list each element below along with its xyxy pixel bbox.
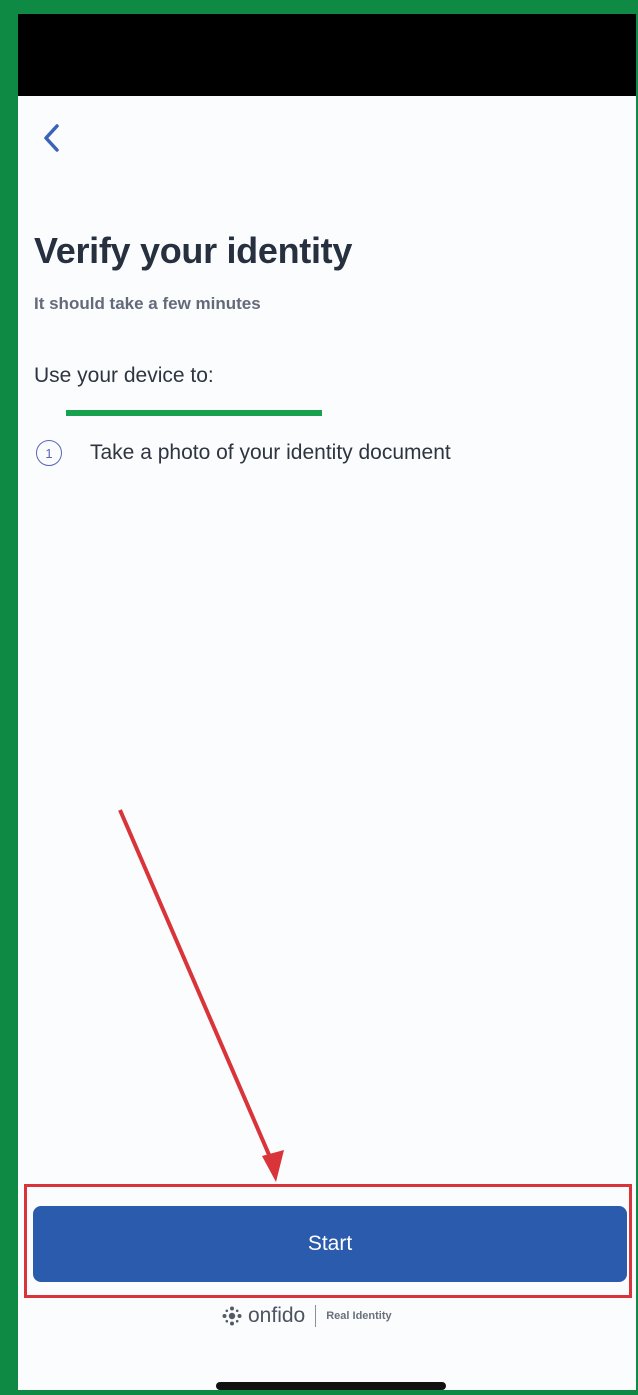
step-label: Take a photo of your identity document: [90, 441, 451, 464]
step-item: 1 Take a photo of your identity document: [36, 440, 451, 466]
section-heading: Use your device to:: [34, 364, 214, 387]
annotation-underline: [66, 410, 322, 416]
brand-tagline: Real Identity: [326, 1310, 392, 1322]
step-number-badge: 1: [36, 440, 62, 466]
home-indicator: [216, 1382, 446, 1390]
app-screen: Verify your identity It should take a fe…: [18, 14, 636, 1390]
back-button[interactable]: [30, 116, 74, 160]
footer-brand: onfido Real Identity: [222, 1304, 392, 1328]
start-button[interactable]: Start: [33, 1206, 627, 1282]
page-title: Verify your identity: [34, 230, 353, 271]
chevron-left-icon: [44, 124, 59, 152]
brand-divider: [315, 1305, 317, 1327]
onfido-logo-icon: [222, 1306, 242, 1326]
status-bar: [18, 14, 636, 96]
brand-name: onfido: [248, 1304, 306, 1327]
page-subtitle: It should take a few minutes: [34, 294, 261, 313]
